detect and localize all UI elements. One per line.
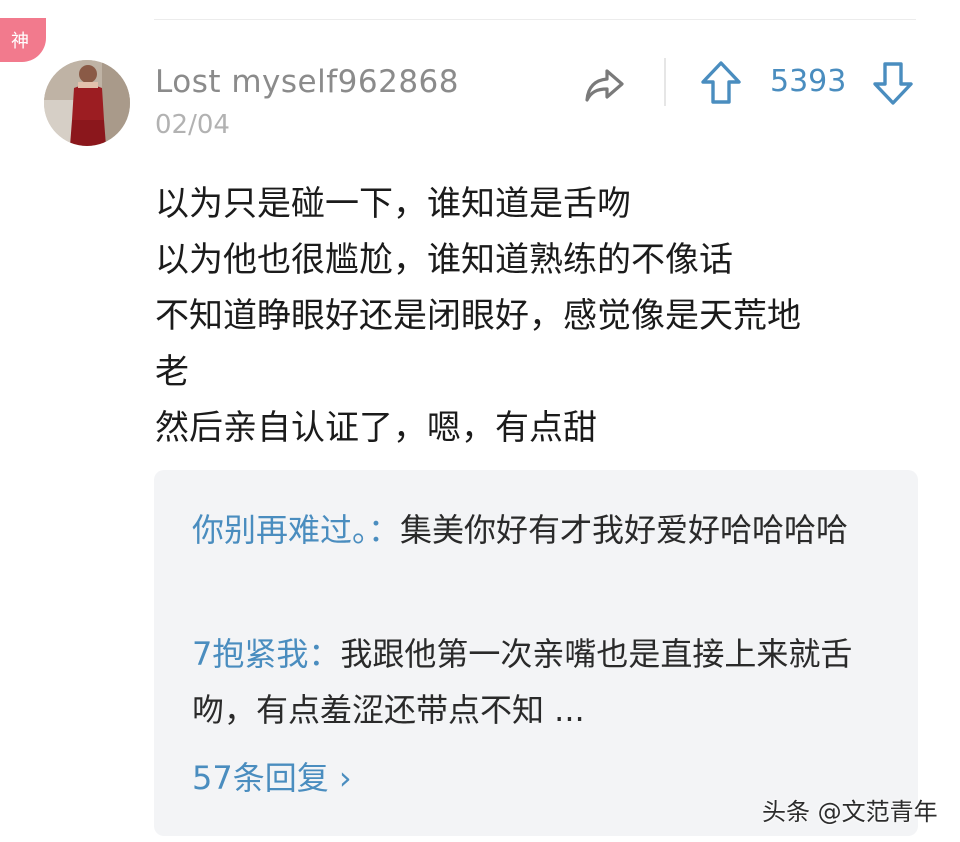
reply-separator: ：	[368, 511, 401, 549]
replies-panel[interactable]: 你别再难过。：集美你好有才我好爱好哈哈哈哈 7抱紧我：我跟他第一次亲嘴也是直接上…	[154, 470, 918, 836]
top-divider	[154, 19, 916, 20]
reply-text: 集美你好有才我好爱好哈哈哈哈	[400, 511, 849, 549]
share-arrow-icon[interactable]	[582, 62, 628, 108]
comment-body: 以为只是碰一下，谁知道是舌吻 以为他也很尴尬，谁知道熟练的不像话 不知道睁眼好还…	[155, 176, 925, 456]
badge-label: 神	[11, 31, 29, 52]
view-more-replies-link[interactable]: 57条回复 ›	[192, 750, 352, 806]
god-comment-badge: 神	[0, 18, 46, 62]
avatar-image	[44, 60, 130, 146]
comment-line: 然后亲自认证了，嗯，有点甜	[155, 408, 597, 448]
comment-line: 不知道睁眼好还是闭眼好，感觉像是天荒地	[155, 296, 801, 336]
arrow-down-icon[interactable]	[872, 60, 914, 106]
reply-separator: ：	[308, 635, 341, 673]
username[interactable]: Lost myself962868	[155, 64, 459, 100]
reply-item[interactable]: 7抱紧我：我跟他第一次亲嘴也是直接上来就舌吻，有点羞涩还带点不知 ...	[192, 626, 892, 738]
reply-author[interactable]: 你别再难过。	[192, 511, 368, 549]
vertical-divider	[664, 58, 666, 106]
watermark: 头条 @文范青年	[762, 798, 938, 826]
arrow-up-icon[interactable]	[700, 60, 742, 106]
reply-author[interactable]: 7抱紧我	[192, 635, 308, 673]
reply-item[interactable]: 你别再难过。：集美你好有才我好爱好哈哈哈哈	[192, 502, 892, 558]
comment-line: 以为只是碰一下，谁知道是舌吻	[155, 184, 631, 224]
comment-line: 以为他也很尴尬，谁知道熟练的不像话	[155, 240, 733, 280]
avatar[interactable]	[44, 60, 130, 146]
vote-count: 5393	[770, 64, 847, 99]
comment-line: 老	[155, 352, 189, 392]
comment-date: 02/04	[155, 110, 230, 140]
